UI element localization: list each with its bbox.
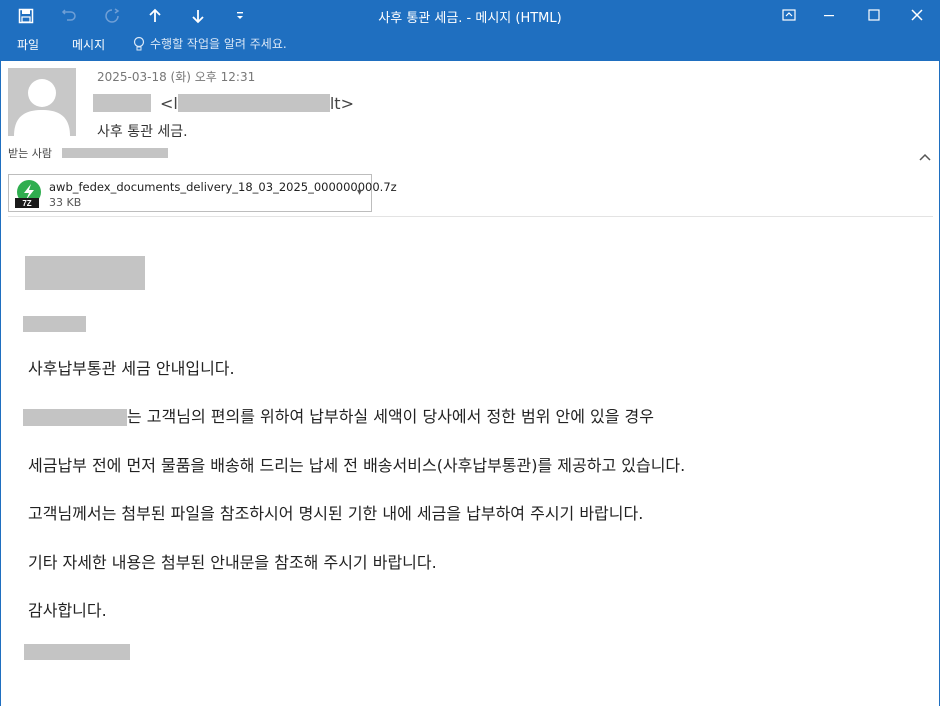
attachment-filename: awb_fedex_documents_delivery_18_03_2025_…: [49, 180, 397, 194]
body-line-4: 고객님께서는 첨부된 파일을 참조하시어 명시된 기한 내에 세금을 납부하여 …: [28, 504, 644, 523]
close-icon[interactable]: [906, 5, 928, 25]
collapse-header-icon[interactable]: [917, 149, 933, 163]
redacted-recipient[interactable]: [61, 148, 168, 158]
to-label: 받는 사람: [8, 147, 52, 160]
attachment-dropdown-icon[interactable]: ▾: [357, 187, 362, 198]
body-line-5: 기타 자세한 내용은 첨부된 안내문을 참조해 주시기 바랍니다.: [28, 553, 437, 572]
person-icon: [14, 79, 70, 136]
message-header: 2025-03-18 (화) 오후 12:31 <l lt> 사후 통관 세금.…: [0, 61, 940, 217]
tab-file[interactable]: 파일: [17, 36, 39, 53]
svg-text:7Z: 7Z: [22, 199, 31, 208]
tell-me-text: 수행할 작업을 알려 주세요.: [150, 37, 287, 51]
ribbon-bar: 파일 메시지 수행할 작업을 알려 주세요.: [0, 31, 940, 61]
redacted-greeting: [23, 316, 86, 332]
tab-message[interactable]: 메시지: [72, 36, 105, 53]
maximize-icon[interactable]: [863, 5, 885, 25]
to-row: 받는 사람: [8, 145, 168, 161]
body-line-2: 는 고객님의 편의를 위하여 납부하실 세액이 당사에서 정한 범위 안에 있을…: [23, 403, 654, 427]
message-body: 사후납부통관 세금 안내입니다. 는 고객님의 편의를 위하여 납부하실 세액이…: [0, 217, 940, 706]
sender-address-open: <l: [160, 93, 178, 113]
body-line-3: 세금납부 전에 먼저 물품을 배송해 드리는 납세 전 배송서비스(사후납부통관…: [28, 456, 686, 475]
body-line-1: 사후납부통관 세금 안내입니다.: [28, 359, 235, 378]
redacted-logo: [25, 256, 145, 290]
title-bar: 사후 통관 세금. - 메시지 (HTML): [0, 0, 940, 31]
ribbon-display-icon[interactable]: [778, 5, 800, 25]
subject: 사후 통관 세금.: [97, 124, 188, 140]
redacted-signature: [24, 644, 130, 660]
attachment[interactable]: 7Z awb_fedex_documents_delivery_18_03_20…: [8, 174, 397, 212]
sent-date: 2025-03-18 (화) 오후 12:31: [97, 70, 256, 84]
7z-archive-icon: 7Z: [15, 180, 41, 208]
minimize-icon[interactable]: [818, 5, 840, 25]
body-line-2-text: 는 고객님의 편의를 위하여 납부하실 세액이 당사에서 정한 범위 안에 있을…: [127, 407, 654, 426]
sender[interactable]: <l lt>: [93, 91, 354, 115]
redacted-sender-name: [93, 94, 151, 112]
attachment-size: 33 KB: [49, 196, 82, 209]
redacted-company: [23, 409, 127, 426]
lightbulb-icon: [133, 36, 145, 50]
sender-address-close: lt>: [329, 93, 354, 113]
redacted-sender-address: [177, 94, 330, 112]
avatar: [8, 68, 76, 136]
tell-me-box[interactable]: 수행할 작업을 알려 주세요.: [132, 35, 287, 52]
body-line-6: 감사합니다.: [28, 601, 107, 620]
